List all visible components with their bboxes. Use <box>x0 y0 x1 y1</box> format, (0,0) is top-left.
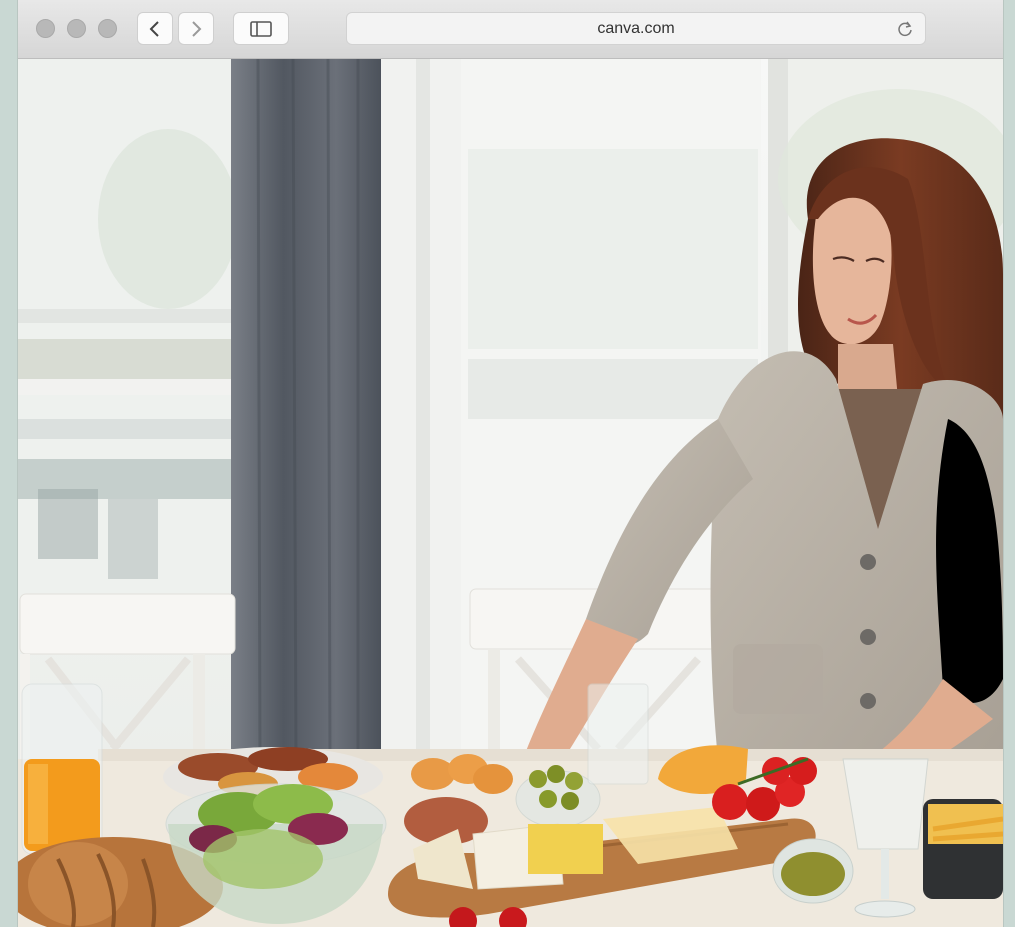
minimize-window-button[interactable] <box>67 19 86 38</box>
hero-photo <box>18 59 1003 927</box>
chevron-right-icon <box>192 20 202 37</box>
chevron-left-icon <box>149 20 159 37</box>
close-window-button[interactable] <box>36 19 55 38</box>
zoom-window-button[interactable] <box>98 19 117 38</box>
forward-button[interactable] <box>178 12 214 45</box>
browser-window: canva.com <box>18 0 1003 927</box>
potato-dish <box>923 799 1003 899</box>
browser-toolbar: canva.com <box>18 0 1003 59</box>
juice-pitcher <box>21 683 103 855</box>
sidebar-toggle-button[interactable] <box>233 12 289 45</box>
url-text: canva.com <box>597 19 675 37</box>
page-content <box>18 59 1003 927</box>
address-bar[interactable]: canva.com <box>346 12 926 45</box>
back-button[interactable] <box>137 12 173 45</box>
glass-center <box>587 683 649 785</box>
reload-icon[interactable] <box>895 19 915 39</box>
sidebar-icon <box>250 20 272 37</box>
